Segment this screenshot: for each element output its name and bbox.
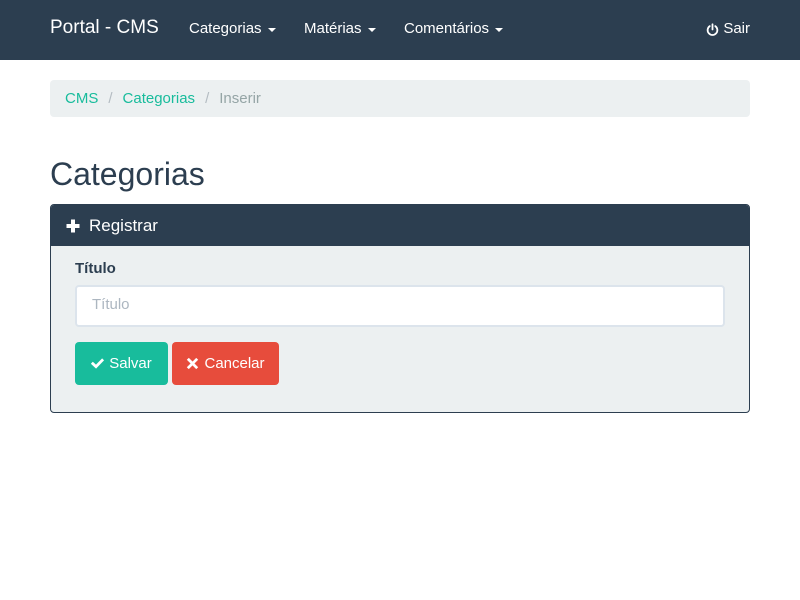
check-icon	[91, 357, 105, 370]
nav-item-label: Matérias	[304, 20, 362, 37]
save-button-label: Salvar	[109, 355, 152, 372]
nav-dropdown-categorias[interactable]: Categorias	[189, 20, 276, 38]
titulo-label: Título	[75, 260, 116, 277]
caret-down-icon	[267, 28, 276, 32]
plus-icon	[66, 219, 80, 233]
top-navbar: Portal - CMS Categorias Matérias Comentá…	[0, 0, 800, 60]
nav-dropdown-materias[interactable]: Matérias	[304, 20, 376, 38]
panel-heading-label: Registrar	[89, 215, 158, 235]
cancel-button[interactable]: Cancelar	[172, 342, 279, 385]
nav-item-label: Categorias	[189, 20, 262, 37]
nav-dropdown-comentarios[interactable]: Comentários	[404, 20, 504, 38]
breadcrumb-active: Inserir	[219, 90, 261, 107]
logout-link[interactable]: Sair	[706, 20, 750, 38]
save-button[interactable]: Salvar	[75, 342, 168, 385]
breadcrumb: CMS / Categorias / Inserir	[50, 80, 750, 117]
panel-heading: Registrar	[51, 205, 749, 246]
caret-down-icon	[495, 28, 504, 32]
power-icon	[706, 22, 719, 36]
caret-down-icon	[367, 28, 376, 32]
times-icon	[186, 357, 199, 370]
logout-label: Sair	[723, 20, 750, 37]
cancel-button-label: Cancelar	[204, 355, 265, 372]
breadcrumb-link-cms[interactable]: CMS	[65, 90, 98, 107]
page-title: Categorias	[50, 156, 205, 192]
breadcrumb-link-categorias[interactable]: Categorias	[123, 90, 196, 107]
register-panel: Registrar Título Salvar Cancelar	[50, 204, 750, 413]
titulo-input[interactable]	[75, 285, 725, 327]
breadcrumb-separator: /	[108, 90, 113, 107]
nav-item-label: Comentários	[404, 20, 490, 37]
brand-link[interactable]: Portal - CMS	[50, 16, 159, 40]
breadcrumb-separator: /	[205, 90, 210, 107]
